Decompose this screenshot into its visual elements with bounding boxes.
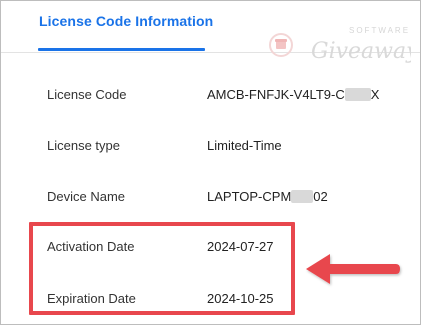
device-name-label: Device Name [47,189,126,204]
device-name-value: LAPTOP-CPM 02 [207,189,328,204]
active-tab-indicator [38,48,205,51]
redacted-block [291,190,314,203]
device-name-value-start: LAPTOP-CPM [207,189,292,204]
tab-license-code-information[interactable]: License Code Information [39,13,213,29]
license-type-value: Limited-Time [207,138,282,153]
watermark-top-text: SOFTWARE [349,26,410,35]
dates-highlight-box [29,222,295,315]
redacted-block [344,88,371,101]
device-name-value-end: 02 [313,189,328,204]
license-code-label: License Code [47,87,127,102]
license-code-value-start: AMCB-FNFJK-V4LT9-C [207,87,345,102]
arrow-left-icon [306,254,400,284]
license-code-value: AMCB-FNFJK-V4LT9-C X [207,87,379,102]
watermark-main-text: Giveaway [311,39,411,64]
software-giveaway-watermark: SOFTWARE Giveaway [269,26,411,64]
license-type-label: License type [47,138,120,153]
license-code-value-end: X [370,87,380,102]
